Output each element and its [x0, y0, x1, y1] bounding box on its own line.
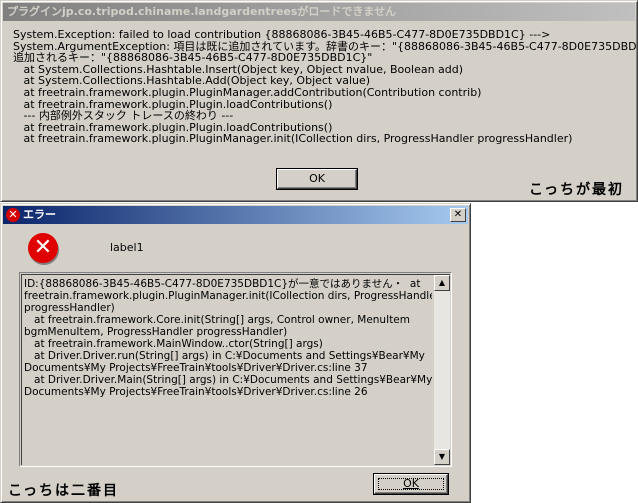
label: label1 — [110, 241, 144, 254]
scroll-down-arrow-icon[interactable]: ▼ — [434, 449, 450, 465]
close-icon[interactable]: ✕ — [450, 208, 466, 222]
window-title: エラー — [23, 208, 56, 221]
annotation-caption: こっちが最初 — [529, 182, 625, 198]
detail-line: progressHandler) — [24, 302, 115, 314]
error-icon: ✕ — [28, 233, 58, 263]
detail-line: freetrain.framework.plugin.PluginManager… — [24, 290, 432, 302]
plugin-error-dialog: プラグインjp.co.tripod.chiname.landgardentree… — [0, 0, 638, 202]
message-line: at freetrain.framework.plugin.PluginMana… — [13, 132, 573, 146]
detail-line: bgmMenuItem, ProgressHandler progressHan… — [24, 326, 288, 338]
detail-line: ID:{88868086-3B45-46B5-C477-8D0E735DBD1C… — [24, 278, 421, 290]
focus-rectangle — [378, 478, 444, 490]
detail-line: at freetrain.framework.Core.init(String[… — [24, 314, 410, 326]
detail-line: Documents¥My Projects¥FreeTrain¥tools¥Dr… — [24, 362, 368, 374]
ok-button-label: OK — [309, 172, 325, 185]
details-textarea[interactable]: ID:{88868086-3B45-46B5-C477-8D0E735DBD1C… — [19, 272, 452, 467]
title-bar[interactable]: プラグインjp.co.tripod.chiname.landgardentree… — [3, 3, 635, 21]
error-message: System.Exception: failed to load contrib… — [13, 29, 638, 146]
ok-button[interactable]: OK — [373, 473, 449, 495]
error-icon: ✕ — [6, 208, 20, 222]
detail-line: at Driver.Driver.run(String[] args) in C… — [24, 350, 425, 362]
scroll-up-arrow-icon[interactable]: ▲ — [434, 275, 450, 291]
annotation-caption: こっちは二番目 — [8, 483, 120, 499]
detail-line: at Driver.Driver.Main(String[] args) in … — [24, 374, 432, 386]
title-bar[interactable]: ✕ エラー ✕ — [3, 206, 468, 224]
details-text: ID:{88868086-3B45-46B5-C477-8D0E735DBD1C… — [24, 278, 432, 398]
ok-button[interactable]: OK — [276, 168, 358, 190]
window-title: プラグインjp.co.tripod.chiname.landgardentree… — [7, 5, 397, 18]
detail-line: Documents¥My Projects¥FreeTrain¥tools¥Dr… — [24, 386, 368, 398]
vertical-scrollbar[interactable]: ▲ ▼ — [434, 275, 450, 465]
detail-line: at freetrain.framework.MainWindow..ctor(… — [24, 338, 323, 350]
